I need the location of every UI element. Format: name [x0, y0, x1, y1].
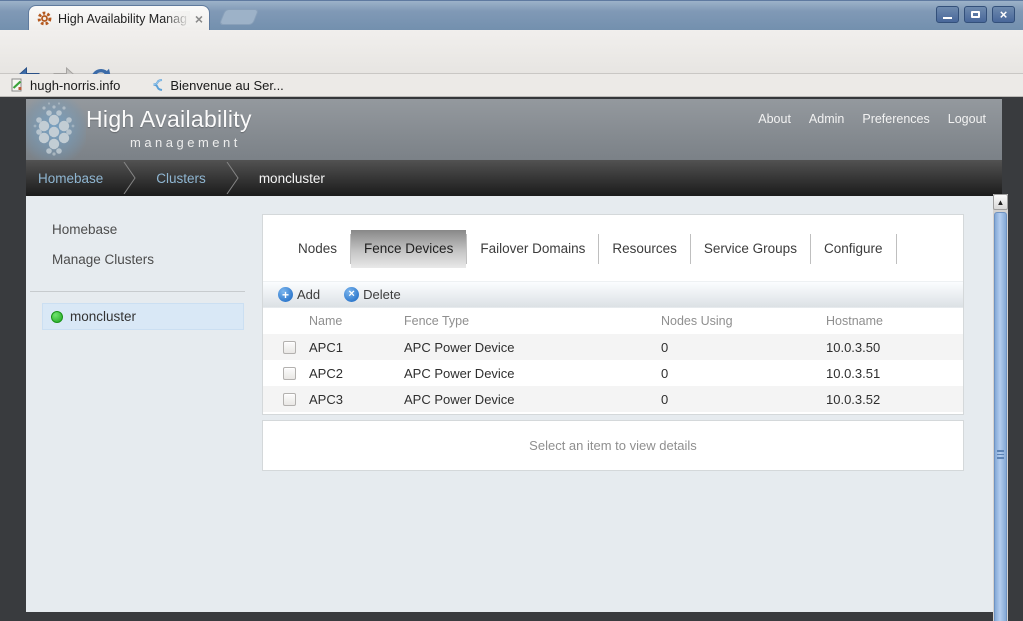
tab-close-icon[interactable]: ×: [195, 12, 203, 26]
breadcrumb-homebase[interactable]: Homebase: [38, 171, 103, 186]
detail-placeholder-text: Select an item to view details: [529, 438, 697, 453]
table-header: Name Fence Type Nodes Using Hostname: [263, 308, 963, 334]
tab-resources[interactable]: Resources: [599, 230, 690, 268]
breadcrumb-separator-icon: [226, 162, 239, 194]
add-label: Add: [297, 287, 320, 302]
new-tab-button[interactable]: [219, 9, 259, 25]
cell-nodes-using: 0: [661, 392, 826, 407]
browser-window: High Availability Manag × ×: [0, 0, 1023, 621]
cell-fence-type: APC Power Device: [404, 340, 661, 355]
close-window-button[interactable]: ×: [992, 6, 1015, 23]
scrollbar-thumb[interactable]: [994, 212, 1007, 621]
header-nav: About Admin Preferences Logout: [758, 112, 986, 126]
cell-hostname: 10.0.3.52: [826, 392, 963, 407]
delete-button[interactable]: × Delete: [344, 287, 401, 302]
bookmark-label: hugh-norris.info: [30, 78, 120, 93]
scrollbar-grip-icon: [997, 450, 1004, 459]
close-icon: ×: [1000, 8, 1008, 21]
sidebar-divider: [30, 291, 245, 292]
table-row[interactable]: APC1 APC Power Device 0 10.0.3.50: [263, 334, 963, 360]
table-row[interactable]: APC3 APC Power Device 0 10.0.3.52: [263, 386, 963, 412]
page-viewport: High Availability management About Admin…: [0, 97, 1008, 621]
vertical-scrollbar[interactable]: ▲ ▼: [993, 194, 1008, 621]
cell-fence-type: APC Power Device: [404, 366, 661, 381]
breadcrumb: Homebase Clusters moncluster: [26, 160, 1002, 196]
cell-nodes-using: 0: [661, 366, 826, 381]
page-edit-icon: [10, 78, 24, 92]
add-button[interactable]: + Add: [278, 287, 320, 302]
bookmark-item[interactable]: hugh-norris.info: [10, 78, 120, 93]
logout-link[interactable]: Logout: [948, 112, 986, 126]
cell-hostname: 10.0.3.51: [826, 366, 963, 381]
swoosh-icon: [150, 78, 164, 92]
page-subtitle: management: [130, 135, 241, 150]
column-header-fence-type: Fence Type: [404, 314, 661, 328]
row-checkbox[interactable]: [283, 341, 296, 354]
list-toolbar: + Add × Delete: [263, 281, 963, 308]
cell-fence-type: APC Power Device: [404, 392, 661, 407]
tab-service-groups[interactable]: Service Groups: [691, 230, 810, 268]
sidebar-item-manage-clusters[interactable]: Manage Clusters: [52, 252, 154, 267]
about-link[interactable]: About: [758, 112, 791, 126]
app-logo: [26, 99, 86, 160]
dot-cluster-logo-icon: [28, 101, 80, 159]
luci-page: High Availability management About Admin…: [26, 97, 1002, 612]
minimize-icon: [943, 17, 952, 19]
preferences-link[interactable]: Preferences: [862, 112, 929, 126]
table-body: APC1 APC Power Device 0 10.0.3.50 APC2 A…: [263, 334, 963, 412]
column-header-nodes-using: Nodes Using: [661, 314, 826, 328]
delete-label: Delete: [363, 287, 401, 302]
cluster-name: moncluster: [70, 309, 136, 324]
column-header-hostname: Hostname: [826, 314, 963, 328]
column-header-name: Name: [309, 314, 404, 328]
scroll-up-button[interactable]: ▲: [993, 194, 1008, 210]
window-titlebar: High Availability Manag × ×: [0, 0, 1023, 30]
cell-hostname: 10.0.3.50: [826, 340, 963, 355]
breadcrumb-separator-icon: [123, 162, 136, 194]
cluster-status-icon: [51, 311, 63, 323]
minimize-button[interactable]: [936, 6, 959, 23]
delete-icon: ×: [344, 287, 359, 302]
cell-name: APC3: [309, 392, 404, 407]
page-title: High Availability: [86, 106, 252, 133]
bookmarks-bar: hugh-norris.info Bienvenue au Ser...: [0, 74, 1023, 97]
tab-title: High Availability Manag: [58, 11, 190, 27]
browser-tab[interactable]: High Availability Manag ×: [28, 5, 210, 31]
row-checkbox[interactable]: [283, 393, 296, 406]
cell-nodes-using: 0: [661, 340, 826, 355]
sidebar-item-moncluster[interactable]: moncluster: [42, 303, 244, 330]
bookmark-item[interactable]: Bienvenue au Ser...: [150, 78, 283, 93]
tab-bar: Nodes Fence Devices Failover Domains Res…: [285, 230, 897, 268]
app-header: High Availability management About Admin…: [26, 97, 1002, 160]
browser-toolbar: × https://127.0.0.1:8084/cluster/monclus…: [0, 30, 1023, 74]
gear-favicon-icon: [37, 11, 52, 26]
tab-nodes[interactable]: Nodes: [285, 230, 350, 268]
bookmark-label: Bienvenue au Ser...: [170, 78, 283, 93]
window-controls: ×: [936, 6, 1015, 23]
breadcrumb-clusters[interactable]: Clusters: [156, 171, 206, 186]
table-row[interactable]: APC2 APC Power Device 0 10.0.3.51: [263, 360, 963, 386]
breadcrumb-moncluster: moncluster: [259, 171, 325, 186]
content-panel: Nodes Fence Devices Failover Domains Res…: [262, 214, 964, 415]
tab-failover-domains[interactable]: Failover Domains: [467, 230, 598, 268]
row-checkbox[interactable]: [283, 367, 296, 380]
main-area: Homebase Manage Clusters moncluster Node…: [26, 196, 1002, 612]
sidebar-item-homebase[interactable]: Homebase: [52, 222, 117, 237]
cell-name: APC1: [309, 340, 404, 355]
tab-configure[interactable]: Configure: [811, 230, 896, 268]
tab-fence-devices[interactable]: Fence Devices: [351, 230, 466, 268]
detail-panel: Select an item to view details: [262, 420, 964, 471]
admin-link[interactable]: Admin: [809, 112, 844, 126]
add-icon: +: [278, 287, 293, 302]
maximize-icon: [971, 11, 980, 18]
cell-name: APC2: [309, 366, 404, 381]
maximize-button[interactable]: [964, 6, 987, 23]
